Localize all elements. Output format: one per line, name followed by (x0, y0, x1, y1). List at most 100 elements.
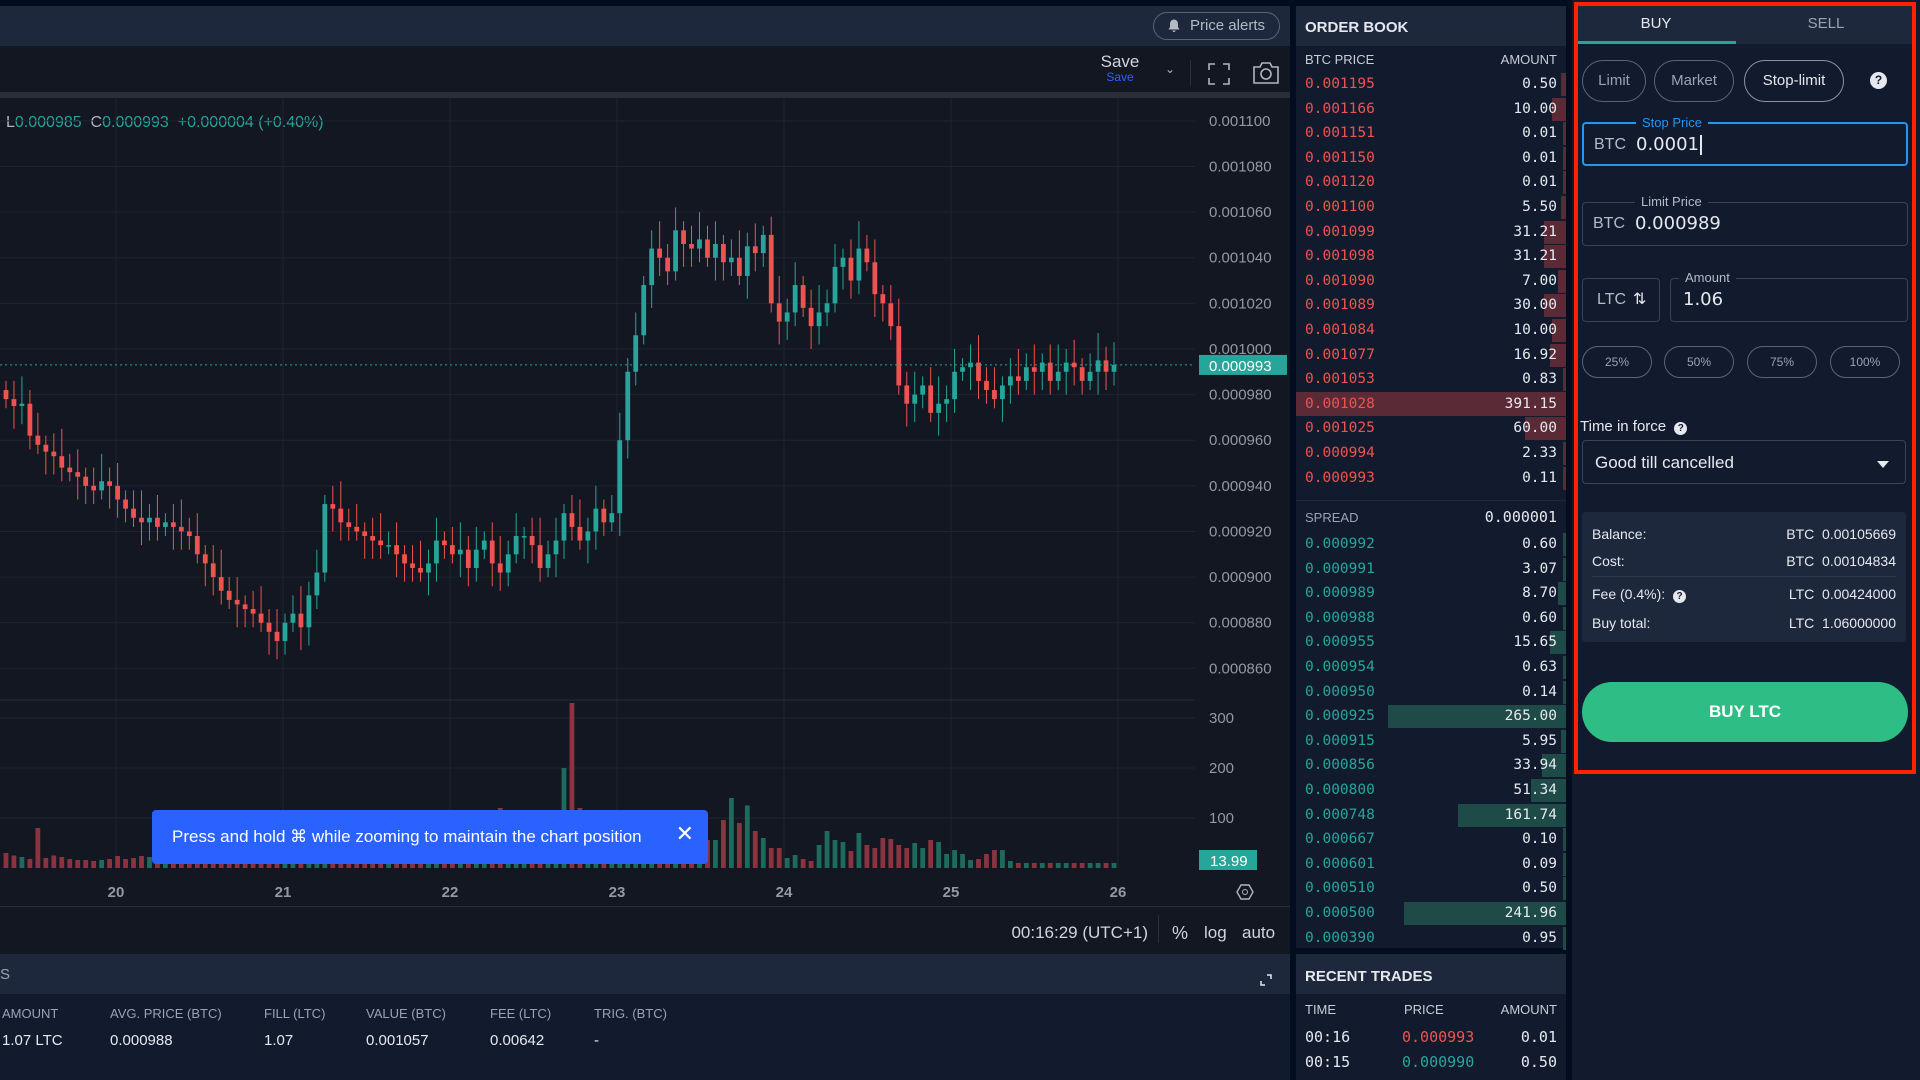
stop-price-text: 0.0001 (1636, 134, 1699, 155)
last-volume-label: 13.99 (1210, 853, 1248, 870)
bell-icon (1168, 19, 1180, 32)
price-tick-label: 0.000940 (1209, 478, 1272, 495)
ask-row[interactable]: 0.001195 0.50 (1296, 72, 1566, 97)
percent-100-button[interactable]: 100% (1830, 346, 1900, 378)
close-icon[interactable]: ✕ (676, 810, 694, 858)
order-type-limit[interactable]: Limit (1582, 60, 1646, 102)
camera-icon[interactable] (1252, 61, 1280, 85)
price-alerts-button[interactable]: Price alerts (1152, 12, 1280, 40)
swap-icon: ⇅ (1633, 291, 1647, 308)
ask-row[interactable]: 0.001098 31.21 (1296, 244, 1566, 269)
bid-row[interactable]: 0.000955 15.65 (1296, 630, 1566, 655)
auto-scale-button[interactable]: auto (1242, 923, 1275, 943)
ask-row[interactable]: 0.001151 0.01 (1296, 121, 1566, 146)
bid-row[interactable]: 0.000601 0.09 (1296, 852, 1566, 877)
percent-75-button[interactable]: 75% (1747, 346, 1817, 378)
percent-50-button[interactable]: 50% (1664, 346, 1734, 378)
save-button[interactable]: Save Save (1100, 52, 1140, 84)
candle-body (609, 513, 615, 523)
volume-bar (976, 859, 981, 868)
volume-bar (832, 840, 838, 868)
ask-row[interactable]: 0.001090 7.00 (1296, 269, 1566, 294)
ask-row[interactable]: 0.001099 31.21 (1296, 220, 1566, 245)
ask-row[interactable]: 0.000994 2.33 (1296, 441, 1566, 466)
log-scale-button[interactable]: log (1204, 923, 1227, 943)
help-icon[interactable]: ? (1673, 590, 1687, 603)
ask-row[interactable]: 0.001150 0.01 (1296, 146, 1566, 171)
help-icon[interactable]: ? (1674, 422, 1688, 435)
bid-row[interactable]: 0.000954 0.63 (1296, 655, 1566, 680)
bid-row[interactable]: 0.000991 3.07 (1296, 557, 1566, 582)
bid-row[interactable]: 0.000992 0.60 (1296, 532, 1566, 557)
trade-amount: 0.01 (1520, 1028, 1557, 1046)
amount: 7.00 (1522, 272, 1557, 289)
price: 0.001090 (1305, 272, 1375, 289)
candle-body (768, 234, 774, 304)
ask-row[interactable]: 0.001028 391.15 (1296, 391, 1566, 417)
volume-bar (904, 848, 910, 868)
candle-body (808, 307, 814, 327)
ask-row[interactable]: 0.001089 30.00 (1296, 293, 1566, 318)
price-tick-label: 0.001020 (1209, 295, 1272, 312)
price-tick-label: 0.001080 (1209, 158, 1272, 175)
ask-row[interactable]: 0.001025 60.00 (1296, 416, 1566, 441)
orders-column-header: FILL (LTC) (264, 1006, 326, 1021)
ask-row[interactable]: 0.001120 0.01 (1296, 170, 1566, 195)
candle-body (218, 577, 224, 591)
price-chart[interactable]: 0.001100 0.001080 0.001060 0.001040 0.001020… (0, 98, 1290, 906)
ask-row[interactable]: 0.000993 0.11 (1296, 466, 1566, 491)
volume-bar (83, 860, 89, 868)
amount-input[interactable]: Amount 1.06 (1670, 270, 1908, 322)
bid-row[interactable]: 0.000510 0.50 (1296, 876, 1566, 901)
time-in-force-select[interactable]: Good till cancelled (1582, 440, 1906, 484)
candle-body (35, 435, 41, 445)
bid-row[interactable]: 0.000989 8.70 (1296, 581, 1566, 606)
chevron-down-icon[interactable]: ⌄ (1165, 62, 1175, 76)
bid-row[interactable]: 0.000667 0.10 (1296, 827, 1566, 852)
fullscreen-icon[interactable] (1208, 63, 1230, 85)
bid-row[interactable]: 0.000500 241.96 (1296, 901, 1566, 926)
candle-body (170, 522, 176, 527)
buy-ltc-button[interactable]: BUY LTC (1582, 682, 1908, 742)
expand-icon[interactable] (1260, 974, 1272, 986)
amount: 0.63 (1522, 658, 1557, 675)
tab-sell[interactable]: SELL (1746, 4, 1906, 44)
candle-body (585, 531, 591, 541)
ask-row[interactable]: 0.001100 5.50 (1296, 195, 1566, 220)
ask-row[interactable]: 0.001053 0.83 (1296, 367, 1566, 392)
percent-scale-button[interactable]: % (1172, 923, 1188, 944)
volume-bar (944, 854, 950, 868)
stop-price-input[interactable]: Stop Price BTC 0.0001 (1582, 115, 1908, 166)
candle-body (896, 326, 902, 386)
bid-row[interactable]: 0.000390 0.95 (1296, 926, 1566, 951)
bid-row[interactable]: 0.000925 265.00 (1296, 704, 1566, 729)
bid-row[interactable]: 0.000856 33.94 (1296, 753, 1566, 778)
bid-row[interactable]: 0.000950 0.14 (1296, 680, 1566, 705)
candle-body (489, 540, 495, 564)
depth-bar (1563, 146, 1566, 170)
bid-row[interactable]: 0.000988 0.60 (1296, 606, 1566, 631)
bid-row[interactable]: 0.000915 5.95 (1296, 729, 1566, 754)
candle-body (163, 522, 168, 527)
order-type-market[interactable]: Market (1654, 60, 1734, 102)
volume-bar (123, 859, 128, 868)
tab-buy[interactable]: BUY (1576, 4, 1736, 44)
bid-row[interactable]: 0.000800 51.34 (1296, 778, 1566, 803)
order-type-stop-limit[interactable]: Stop-limit (1744, 60, 1844, 102)
settings-icon[interactable] (1236, 884, 1254, 900)
percent-25-button[interactable]: 25% (1582, 346, 1652, 378)
candle-body (657, 248, 663, 258)
ask-row[interactable]: 0.001166 10.00 (1296, 97, 1566, 122)
orders-column-header: AMOUNT (2, 1006, 59, 1021)
candle-body (194, 536, 200, 555)
limit-price-legend: Limit Price (1635, 194, 1708, 209)
amount-currency-toggle[interactable]: LTC ⇅ (1582, 278, 1660, 322)
limit-price-input[interactable]: Limit Price BTC 0.000989 (1582, 194, 1908, 246)
ask-row[interactable]: 0.001084 10.00 (1296, 318, 1566, 343)
spread-row: SPREAD 0.000001 (1296, 500, 1566, 530)
bid-row[interactable]: 0.000748 161.74 (1296, 803, 1566, 828)
candle-body (792, 285, 798, 313)
help-icon[interactable]: ? (1870, 72, 1887, 89)
volume-bar (800, 859, 806, 868)
ask-row[interactable]: 0.001077 16.92 (1296, 343, 1566, 368)
